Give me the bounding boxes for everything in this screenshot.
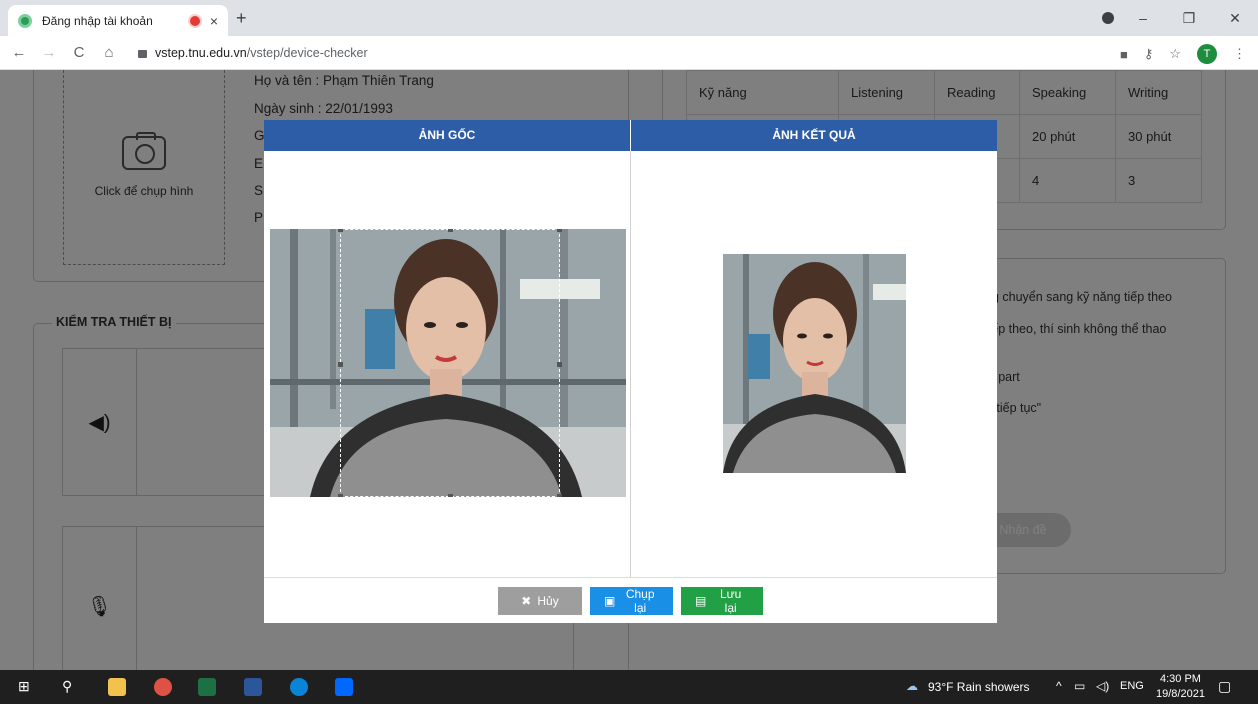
save-button[interactable]: ▤ Lưu lại [681,586,763,615]
window-controls: – ❐ ✕ [1120,0,1258,36]
windows-start-icon[interactable]: ⊞ [18,678,30,695]
media-control-icon[interactable] [1102,12,1114,24]
original-photo[interactable] [270,229,626,497]
browser-tab-active[interactable]: Đăng nhập tài khoản × [8,5,228,36]
reload-icon[interactable]: C [68,44,90,61]
chrome-icon[interactable] [154,678,172,696]
crop-selection-box[interactable] [338,229,562,497]
forward-arrow-icon[interactable]: → [38,44,60,61]
close-icon: ✖ [521,593,532,608]
crop-handle[interactable] [448,229,453,232]
toolbar-right: ■ ⚷ ☆ T ⋮ [1120,44,1246,64]
word-icon[interactable] [244,678,262,696]
notification-icon[interactable]: ▢ [1218,678,1231,695]
browser-addressbar: ← → C ⌂ vstep.tnu.edu.vn/vstep/device-ch… [0,36,1258,70]
close-window-button[interactable]: ✕ [1212,10,1258,27]
modal-footer: ✖ Hủy ▣ Chụp lại ▤ Lưu lại [264,577,997,623]
crop-handle[interactable] [448,494,453,497]
result-photo [723,254,906,473]
volume-icon[interactable]: ◁) [1096,679,1109,693]
weather-icon: ☁ [906,679,918,693]
clock-date[interactable]: 19/8/2021 [1156,688,1205,700]
cancel-button-label: Hủy [537,593,559,608]
save-button-label: Lưu lại [719,586,742,615]
crop-handle[interactable] [557,362,562,367]
crop-handle[interactable] [338,362,343,367]
modal-divider [630,151,631,577]
floppy-disk-icon: ▤ [695,593,707,608]
network-icon[interactable]: ▭ [1074,679,1085,693]
url-path: /vstep/device-checker [246,45,368,60]
tab-close-icon[interactable]: × [210,13,218,29]
recording-icon [189,15,200,26]
retake-button[interactable]: ▣ Chụp lại [590,586,673,615]
excel-icon[interactable] [198,678,216,696]
file-explorer-icon[interactable] [108,678,126,696]
tab-title: Đăng nhập tài khoản [42,13,153,28]
original-image-title: ẢNH GỐC [418,128,476,142]
windows-taskbar: ⊞ ⚲ ☁ 93°F Rain showers ^ ▭ ◁) ENG 4:30 … [0,670,1258,704]
crop-handle[interactable] [338,229,343,232]
modal-header: ẢNH GỐC ẢNH KẾT QUẢ [264,120,997,151]
language-indicator[interactable]: ENG [1120,680,1144,692]
camera-in-use-icon[interactable]: ■ [1120,47,1128,62]
search-icon[interactable]: ⚲ [62,678,72,695]
profile-avatar[interactable]: T [1197,44,1217,64]
crop-handle[interactable] [338,494,343,497]
menu-kebab-icon[interactable]: ⋮ [1233,46,1246,62]
minimize-button[interactable]: – [1120,10,1166,26]
tray-chevron-icon[interactable]: ^ [1056,679,1062,693]
zalo-icon[interactable] [335,678,353,696]
image-icon: ▣ [604,593,616,608]
url-host: vstep.tnu.edu.vn [155,45,247,60]
weather-text[interactable]: 93°F Rain showers [928,680,1030,694]
url-field[interactable]: vstep.tnu.edu.vn/vstep/device-checker [138,46,368,60]
restore-button[interactable]: ❐ [1166,10,1212,27]
retake-button-label: Chụp lại [625,586,655,615]
crop-handle[interactable] [557,229,562,232]
clock-time[interactable]: 4:30 PM [1160,673,1201,685]
bookmark-star-icon[interactable]: ☆ [1169,46,1181,62]
new-tab-button[interactable]: + [236,8,247,29]
photo-crop-modal: ẢNH GỐC ẢNH KẾT QUẢ ✖ Hủy ▣ Chụp lại ▤ L… [264,120,997,623]
site-favicon-icon [18,13,32,28]
key-icon[interactable]: ⚷ [1144,46,1154,62]
home-icon[interactable]: ⌂ [98,44,120,61]
result-image-title: ẢNH KẾT QUẢ [630,120,997,151]
edge-icon[interactable] [290,678,308,696]
cancel-button[interactable]: ✖ Hủy [498,586,582,615]
crop-handle[interactable] [557,494,562,497]
lock-icon [138,49,147,58]
back-arrow-icon[interactable]: ← [8,44,30,61]
browser-tabbar: Đăng nhập tài khoản × + – ❐ ✕ [0,0,1258,36]
